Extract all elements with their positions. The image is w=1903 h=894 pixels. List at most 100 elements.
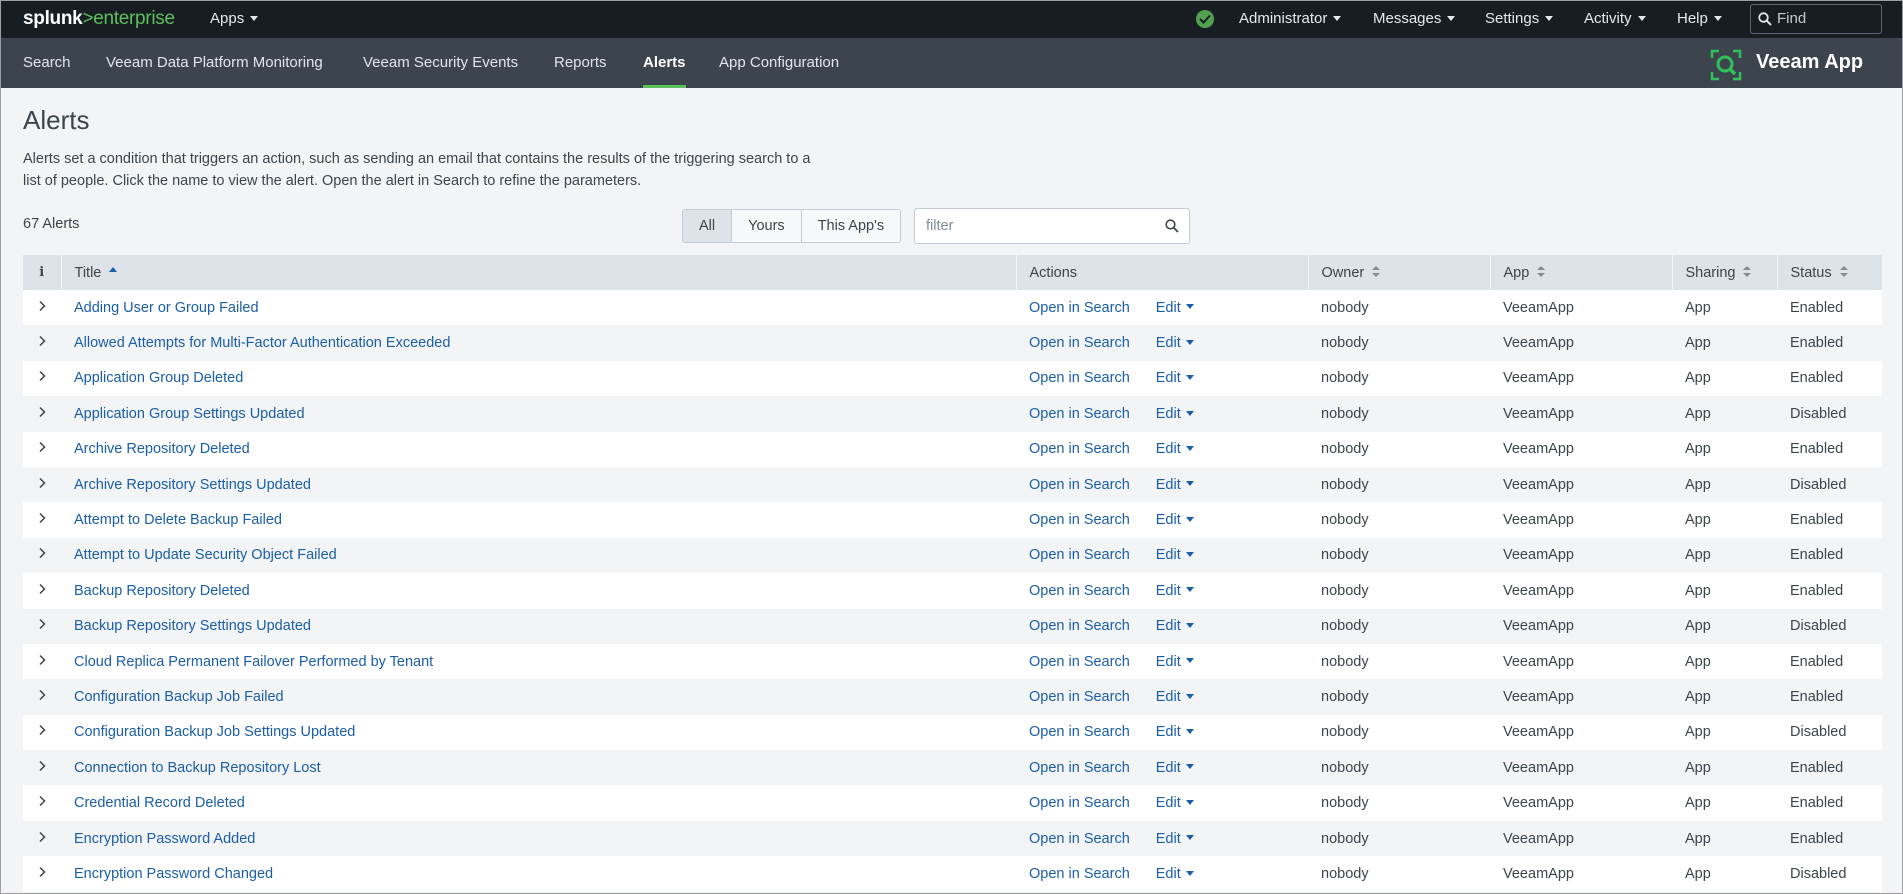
edit-menu[interactable]: Edit [1156,583,1194,599]
app-column-header[interactable]: App [1490,255,1673,290]
alert-title-link[interactable]: Configuration Backup Job Failed [74,689,284,705]
alert-title-link[interactable]: Adding User or Group Failed [74,300,259,316]
edit-menu[interactable]: Edit [1156,477,1194,493]
expand-row-toggle[interactable] [23,502,61,538]
sharing-column-header[interactable]: Sharing [1672,255,1778,290]
expand-row-toggle[interactable] [23,750,61,786]
open-in-search-link[interactable]: Open in Search [1029,618,1130,634]
edit-menu[interactable]: Edit [1156,370,1194,386]
expand-row-toggle[interactable] [23,679,61,715]
expand-row-toggle[interactable] [23,785,61,821]
edit-menu[interactable]: Edit [1156,512,1194,528]
app-nav-veeam-security-events[interactable]: Veeam Security Events [363,38,518,88]
alert-title-link[interactable]: Attempt to Delete Backup Failed [74,512,282,528]
settings-menu[interactable]: Settings [1485,0,1554,38]
open-in-search-link[interactable]: Open in Search [1029,760,1130,776]
alert-title-link[interactable]: Backup Repository Settings Updated [74,618,311,634]
open-in-search-link[interactable]: Open in Search [1029,654,1130,670]
app-nav-alerts[interactable]: Alerts [643,38,686,88]
edit-menu[interactable]: Edit [1156,831,1194,847]
filter-input[interactable] [924,217,1158,235]
open-in-search-link[interactable]: Open in Search [1029,583,1130,599]
expand-row-toggle[interactable] [23,537,61,574]
help-menu[interactable]: Help [1677,0,1722,38]
alert-title-link[interactable]: Cloud Replica Permanent Failover Perform… [74,654,433,670]
chevron-down-icon [1185,481,1194,487]
status-column-header[interactable]: Status [1777,255,1882,290]
expand-row-toggle[interactable] [23,325,61,361]
expand-row-toggle[interactable] [23,573,61,609]
expand-row-toggle[interactable] [23,360,61,397]
filter-all-button[interactable]: All [683,210,733,242]
edit-menu[interactable]: Edit [1156,406,1194,422]
open-in-search-link[interactable]: Open in Search [1029,547,1130,563]
messages-menu[interactable]: Messages [1373,0,1456,38]
chevron-right-icon [39,760,46,771]
find-input[interactable]: Find [1750,4,1882,34]
edit-menu[interactable]: Edit [1156,618,1194,634]
alert-title-link[interactable]: Encryption Password Added [74,831,255,847]
alert-title-link[interactable]: Encryption Password Changed [74,866,273,882]
expand-row-toggle[interactable] [23,643,61,680]
open-in-search-link[interactable]: Open in Search [1029,370,1130,386]
app-nav-app-configuration[interactable]: App Configuration [719,38,839,88]
expand-row-toggle[interactable] [23,714,61,751]
splunk-logo[interactable]: splunk>enterprise [23,8,175,30]
filter-yours-button[interactable]: Yours [732,210,802,242]
app-nav-reports[interactable]: Reports [554,38,607,88]
administrator-menu[interactable]: Administrator [1239,0,1342,38]
open-in-search-link[interactable]: Open in Search [1029,724,1130,740]
edit-menu[interactable]: Edit [1156,441,1194,457]
title-cell: Cloud Replica Permanent Failover Perform… [61,643,1016,680]
alert-title-link[interactable]: Configuration Backup Job Settings Update… [74,724,355,740]
status-cell: Enabled [1777,679,1882,715]
app-nav-veeam-data-platform-monitoring[interactable]: Veeam Data Platform Monitoring [106,38,323,88]
edit-menu[interactable]: Edit [1156,300,1194,316]
app-nav-search[interactable]: Search [23,38,71,88]
open-in-search-link[interactable]: Open in Search [1029,477,1130,493]
alert-title-link[interactable]: Application Group Settings Updated [74,406,305,422]
chevron-right-icon [39,831,46,842]
veeam-app-label: Veeam App [1756,51,1864,73]
alert-title-link[interactable]: Application Group Deleted [74,370,243,386]
open-in-search-link[interactable]: Open in Search [1029,689,1130,705]
owner-column-header[interactable]: Owner [1308,255,1491,290]
edit-menu[interactable]: Edit [1156,760,1194,776]
chevron-down-icon [1185,516,1194,522]
open-in-search-link[interactable]: Open in Search [1029,512,1130,528]
expand-row-toggle[interactable] [23,466,61,503]
open-in-search-link[interactable]: Open in Search [1029,406,1130,422]
activity-menu[interactable]: Activity [1584,0,1646,38]
expand-row-toggle[interactable] [23,431,61,467]
open-in-search-link[interactable]: Open in Search [1029,441,1130,457]
edit-menu[interactable]: Edit [1156,654,1194,670]
edit-menu[interactable]: Edit [1156,335,1194,351]
expand-row-toggle[interactable] [23,396,61,432]
edit-menu[interactable]: Edit [1156,795,1194,811]
actions-column-header: Actions [1016,255,1309,290]
expand-row-toggle[interactable] [23,820,61,857]
apps-menu[interactable]: Apps [210,0,259,38]
alert-title-link[interactable]: Credential Record Deleted [74,795,245,811]
expand-row-toggle[interactable] [23,290,61,326]
edit-menu[interactable]: Edit [1156,866,1194,882]
open-in-search-link[interactable]: Open in Search [1029,831,1130,847]
expand-row-toggle[interactable] [23,608,61,644]
open-in-search-link[interactable]: Open in Search [1029,795,1130,811]
open-in-search-link[interactable]: Open in Search [1029,866,1130,882]
alert-title-link[interactable]: Allowed Attempts for Multi-Factor Authen… [74,335,450,351]
title-column-header[interactable]: Title [61,255,1017,290]
filter-this-app-button[interactable]: This App's [801,210,901,242]
edit-menu[interactable]: Edit [1156,547,1194,563]
edit-menu[interactable]: Edit [1156,689,1194,705]
alert-title-link[interactable]: Backup Repository Deleted [74,583,250,599]
alert-title-link[interactable]: Archive Repository Deleted [74,441,250,457]
check-circle-icon[interactable] [1196,10,1214,28]
edit-menu[interactable]: Edit [1156,724,1194,740]
open-in-search-link[interactable]: Open in Search [1029,335,1130,351]
open-in-search-link[interactable]: Open in Search [1029,300,1130,316]
expand-row-toggle[interactable] [23,856,61,892]
alert-title-link[interactable]: Attempt to Update Security Object Failed [74,547,337,563]
alert-title-link[interactable]: Archive Repository Settings Updated [74,477,311,493]
alert-title-link[interactable]: Connection to Backup Repository Lost [74,760,321,776]
